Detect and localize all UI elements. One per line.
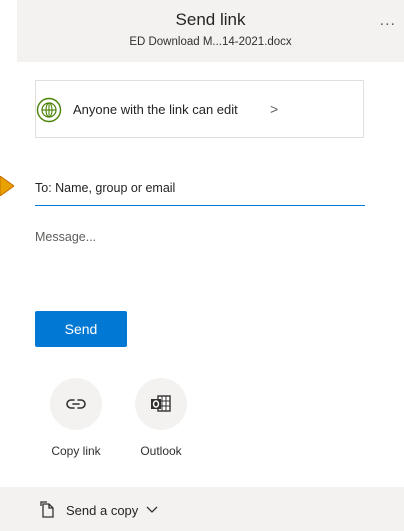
link-icon: [66, 399, 86, 409]
send-button[interactable]: Send: [35, 311, 127, 347]
link-permission-label: Anyone with the link can edit: [73, 102, 238, 117]
outlook-button[interactable]: Outlook: [121, 378, 201, 458]
dialog-title: Send link: [175, 10, 246, 29]
footer-bar: Send a copy: [0, 487, 404, 531]
copy-link-icon-circle: [50, 378, 102, 430]
arrow-marker-icon: [0, 176, 14, 196]
send-a-copy-label: Send a copy: [66, 502, 139, 518]
message-input[interactable]: [35, 226, 365, 286]
globe-icon: [36, 97, 62, 123]
recipients-input[interactable]: [35, 170, 365, 206]
file-name: ED Download M...14-2021.docx: [129, 36, 292, 48]
more-options-button[interactable]: ...: [380, 12, 396, 30]
chevron-right-icon: >: [270, 101, 279, 117]
outlook-label: Outlook: [140, 444, 182, 458]
document-icon: [40, 501, 54, 518]
outlook-icon-circle: [135, 378, 187, 430]
outlook-icon: [151, 395, 171, 412]
send-a-copy-button[interactable]: Send a copy: [40, 500, 158, 520]
copy-link-button[interactable]: Copy link: [36, 378, 116, 458]
copy-link-label: Copy link: [51, 444, 101, 458]
dialog-header: Send link ED Download M...14-2021.docx .…: [17, 0, 404, 62]
link-permission-button[interactable]: Anyone with the link can edit >: [35, 80, 364, 138]
chevron-down-icon: [146, 506, 158, 513]
